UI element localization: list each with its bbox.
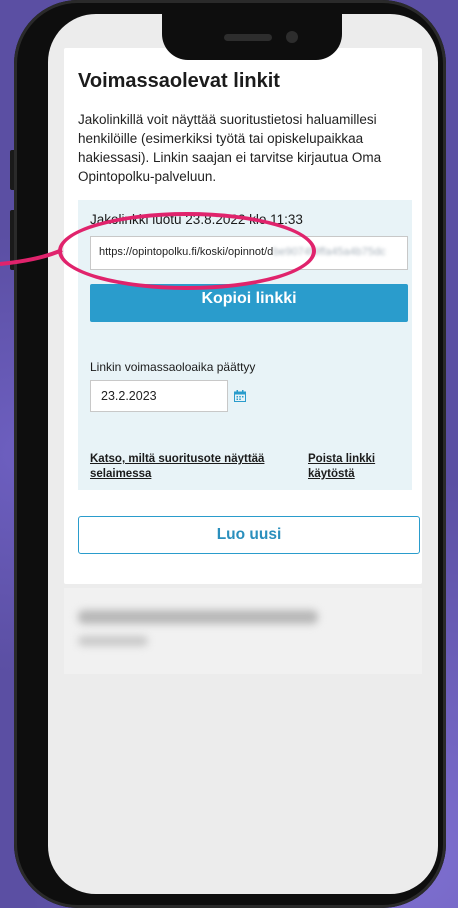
speaker-icon bbox=[224, 34, 272, 41]
remove-link-link[interactable]: Poista linkki käytöstä bbox=[308, 452, 388, 482]
highlight-ellipse bbox=[58, 212, 316, 290]
phone-notch bbox=[162, 14, 342, 60]
active-links-card: Voimassaolevat linkit Jakolinkillä voit … bbox=[64, 48, 422, 584]
phone-screen: Voimassaolevat linkit Jakolinkillä voit … bbox=[48, 14, 438, 894]
camera-icon bbox=[286, 31, 298, 43]
page-description: Jakolinkillä voit näyttää suoritustietos… bbox=[78, 112, 382, 184]
expire-date-input[interactable]: 23.2.2023 bbox=[90, 380, 228, 412]
blurred-card bbox=[64, 588, 422, 674]
view-in-browser-link[interactable]: Katso, miltä suoritusote näyttää selaime… bbox=[90, 452, 270, 482]
page-title: Voimassaolevat linkit bbox=[78, 70, 280, 92]
phone-frame: Voimassaolevat linkit Jakolinkillä voit … bbox=[14, 0, 446, 908]
expire-label: Linkin voimassaoloaika päättyy bbox=[90, 360, 256, 374]
create-new-button[interactable]: Luo uusi bbox=[78, 516, 420, 554]
blurred-date bbox=[78, 636, 148, 646]
copy-link-button[interactable]: Kopioi linkki bbox=[90, 284, 408, 322]
blurred-name bbox=[78, 610, 318, 624]
calendar-icon[interactable] bbox=[234, 390, 246, 402]
